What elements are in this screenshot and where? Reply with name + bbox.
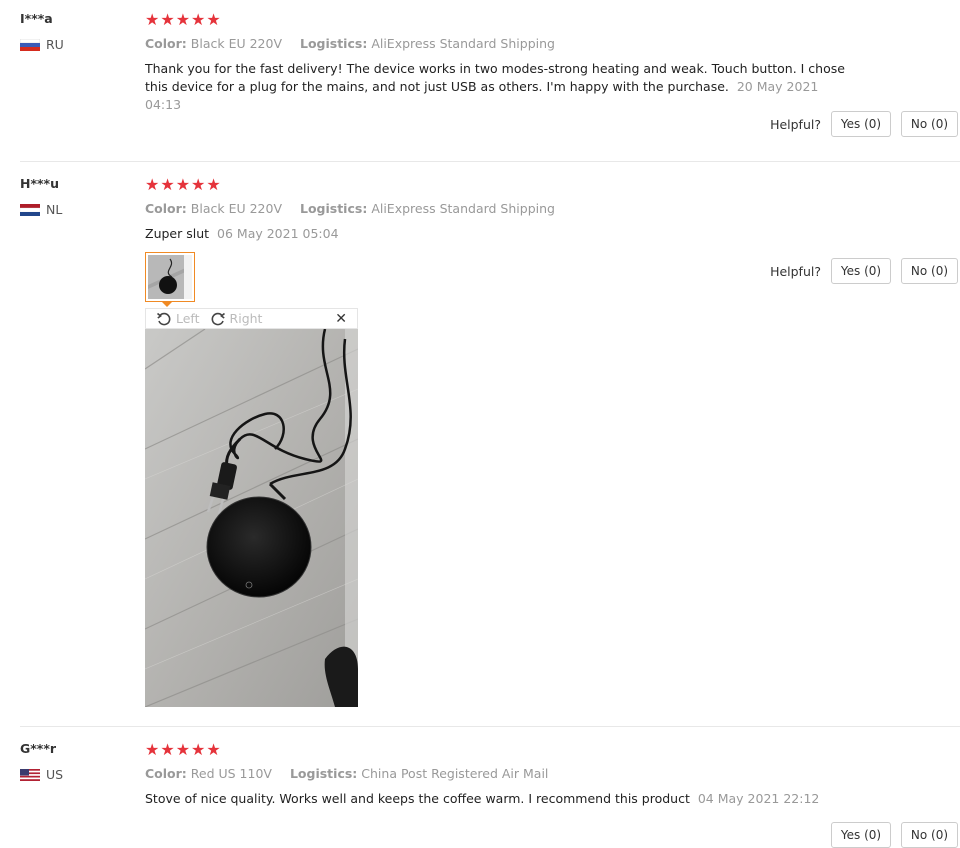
star-rating: ★★★★★ xyxy=(145,175,222,194)
logistics-label: Logistics: xyxy=(289,766,358,781)
helpful-no-button[interactable]: No (0) xyxy=(901,822,958,848)
helpful-yes-button[interactable]: Yes (0) xyxy=(831,258,891,284)
review-attributes: Color: Black EU 220V Logistics: AliExpre… xyxy=(145,201,555,216)
photo-viewer-toolbar: Left Right ✕ xyxy=(145,308,358,329)
product-photo xyxy=(145,329,358,707)
star-rating: ★★★★★ xyxy=(145,740,222,759)
logistics-value: AliExpress Standard Shipping xyxy=(371,201,555,216)
helpful-controls: Helpful? Yes (0) No (0) xyxy=(770,822,958,848)
thumbnail-pointer xyxy=(161,301,173,307)
review-body: Zuper slut xyxy=(145,226,210,241)
review-divider xyxy=(20,161,960,162)
star-rating: ★★★★★ xyxy=(145,10,222,29)
rotate-left-icon xyxy=(156,312,171,325)
russia-flag-icon xyxy=(20,38,40,51)
color-value: Black EU 220V xyxy=(190,36,283,51)
rotate-left-control[interactable]: Left xyxy=(156,311,200,327)
helpful-no-button[interactable]: No (0) xyxy=(901,258,958,284)
review-text: Zuper slut 06 May 2021 05:04 xyxy=(145,225,855,243)
country-code: NL xyxy=(46,202,63,217)
color-value: Black EU 220V xyxy=(190,201,283,216)
color-label: Color: xyxy=(145,766,187,781)
usa-flag-icon xyxy=(20,768,40,781)
helpful-label: Helpful? xyxy=(770,116,821,132)
review-photo-large xyxy=(145,329,358,707)
review-text: Stove of nice quality. Works well and ke… xyxy=(145,790,855,808)
review-divider xyxy=(20,726,960,727)
country-code: US xyxy=(46,767,64,782)
helpful-controls: Helpful? Yes (0) No (0) xyxy=(770,111,958,137)
color-value: Red US 110V xyxy=(190,766,272,781)
thumbnail-image xyxy=(148,255,192,299)
rotate-right-control[interactable]: Right xyxy=(210,311,263,327)
logistics-label: Logistics: xyxy=(299,201,368,216)
reviewer-country: NL xyxy=(20,202,62,217)
logistics-label: Logistics: xyxy=(299,36,368,51)
review-photo-thumbnail[interactable] xyxy=(145,252,195,302)
review-text: Thank you for the fast delivery! The dev… xyxy=(145,60,855,114)
logistics-value: China Post Registered Air Mail xyxy=(361,766,549,781)
country-code: RU xyxy=(46,37,64,52)
logistics-value: AliExpress Standard Shipping xyxy=(371,36,555,51)
review-date: 04 May 2021 22:12 xyxy=(697,791,820,806)
rotate-right-label: Right xyxy=(229,311,263,326)
rotate-right-icon xyxy=(211,312,225,325)
review-body: Stove of nice quality. Works well and ke… xyxy=(145,791,690,806)
netherlands-flag-icon xyxy=(20,203,40,216)
reviewer-name: I***a xyxy=(20,11,53,26)
close-viewer-icon[interactable]: ✕ xyxy=(335,311,347,327)
thumbnail-picture xyxy=(148,255,192,299)
helpful-yes-button[interactable]: Yes (0) xyxy=(831,822,891,848)
reviewer-name: G***r xyxy=(20,741,57,756)
reviewer-country: US xyxy=(20,767,63,782)
reviewer-name: H***u xyxy=(20,176,59,191)
review-attributes: Color: Black EU 220V Logistics: AliExpre… xyxy=(145,36,555,51)
review-attributes: Color: Red US 110V Logistics: China Post… xyxy=(145,766,548,781)
rotate-left-label: Left xyxy=(176,311,200,326)
helpful-yes-button[interactable]: Yes (0) xyxy=(831,111,891,137)
helpful-controls: Helpful? Yes (0) No (0) xyxy=(770,258,958,284)
helpful-no-button[interactable]: No (0) xyxy=(901,111,958,137)
reviewer-country: RU xyxy=(20,37,64,52)
helpful-label: Helpful? xyxy=(770,263,821,279)
color-label: Color: xyxy=(145,36,187,51)
color-label: Color: xyxy=(145,201,187,216)
review-date: 06 May 2021 05:04 xyxy=(217,226,339,241)
